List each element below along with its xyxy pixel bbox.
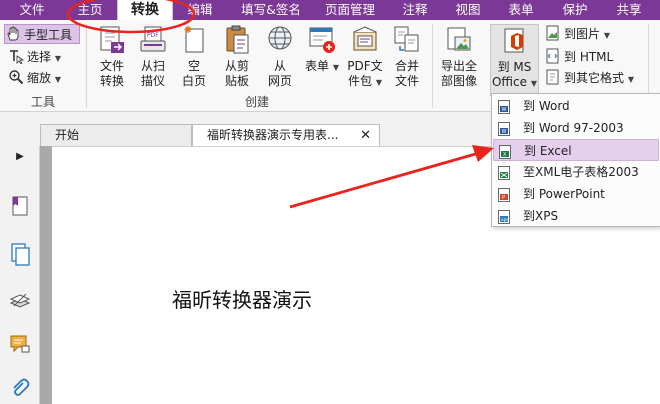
zoom-button[interactable]: 缩放 ▼: [8, 68, 78, 88]
blank-page-icon: [184, 26, 204, 53]
file-convert-button[interactable]: 文件 转换: [92, 24, 132, 96]
chevron-down-icon: ▼: [603, 31, 610, 40]
menu-item-to-word-97-2003[interactable]: W 到 Word 97-2003: [493, 117, 659, 139]
pdf-package-icon: [353, 26, 377, 51]
export-images-icon: [447, 27, 471, 51]
word-file-icon: W: [498, 121, 510, 136]
tools-group-label: 工具: [30, 95, 55, 109]
panel-splitter[interactable]: [40, 146, 52, 404]
pdf-package-button[interactable]: PDF文 件包 ▼: [344, 24, 386, 96]
svg-text:xps: xps: [501, 218, 510, 223]
menu-tab-convert[interactable]: 转换: [117, 0, 173, 22]
word-file-icon: W: [498, 99, 510, 114]
excel-file-icon: X: [499, 144, 511, 159]
svg-text:P: P: [502, 195, 505, 201]
chevron-down-icon: ▼: [530, 79, 537, 88]
svg-text:W: W: [502, 129, 507, 135]
scanner-icon: PDF: [140, 26, 166, 52]
image-icon: [545, 25, 561, 41]
to-other-format-button[interactable]: 到其它格式 ▼: [545, 68, 634, 88]
menu-tab-file[interactable]: 文件: [0, 0, 64, 20]
close-icon[interactable]: ✕: [360, 125, 371, 146]
menu-tab-edit[interactable]: 编辑: [174, 0, 226, 20]
menu-item-to-xml-spreadsheet-2003[interactable]: 至XML电子表格2003: [493, 161, 659, 183]
from-web-button[interactable]: 从 网页: [260, 24, 300, 96]
expand-panel-icon[interactable]: ▶: [8, 150, 32, 164]
bookmark-icon[interactable]: [8, 194, 32, 218]
blank-page-button[interactable]: 空 白页: [174, 24, 214, 96]
tab-document[interactable]: 福昕转换器演示专用表... ✕: [192, 124, 380, 146]
menu-tab-form[interactable]: 表单: [496, 0, 546, 20]
menu-tab-comment[interactable]: 注释: [390, 0, 440, 20]
to-html-button[interactable]: 到 HTML: [545, 47, 613, 67]
other-format-icon: [545, 69, 561, 85]
svg-text:PDF: PDF: [147, 32, 159, 39]
text-select-icon: [8, 48, 25, 65]
html-file-icon: [545, 48, 561, 64]
powerpoint-file-icon: P: [498, 187, 510, 202]
form-button[interactable]: 表单 ▼: [301, 24, 343, 96]
menu-tab-protect[interactable]: 保护: [550, 0, 600, 20]
to-image-button[interactable]: 到图片 ▼: [545, 24, 610, 44]
merge-files-icon: [394, 26, 419, 52]
document-text: 福昕转换器演示: [172, 288, 312, 312]
menu-tab-view[interactable]: 视图: [444, 0, 492, 20]
menu-item-to-word[interactable]: W 到 Word: [493, 95, 659, 117]
menu-bar: 文件 主页 转换 编辑 填写&签名 页面管理 注释 视图 表单 保护 共享: [0, 0, 660, 22]
svg-text:W: W: [502, 107, 507, 113]
menu-tab-fill-sign[interactable]: 填写&签名: [230, 0, 312, 20]
chevron-down-icon: ▼: [54, 54, 61, 63]
hand-tool-button[interactable]: 手型工具: [4, 24, 80, 44]
web-globe-icon: [268, 26, 292, 50]
ms-office-icon: [504, 28, 523, 53]
menu-tab-share[interactable]: 共享: [604, 0, 654, 20]
page-thumbnails-icon[interactable]: [8, 242, 32, 266]
chevron-down-icon: ▼: [332, 63, 339, 72]
menu-item-to-excel[interactable]: X 到 Excel: [493, 139, 659, 161]
ms-office-dropdown: W 到 Word W 到 Word 97-2003 X 到 Excel 至XML…: [491, 93, 660, 227]
ribbon-separator: [432, 24, 433, 108]
from-scanner-button[interactable]: PDF 从扫 描仪: [133, 24, 173, 96]
menu-item-to-powerpoint[interactable]: P 到 PowerPoint: [493, 183, 659, 205]
xml-spreadsheet-icon: [498, 165, 510, 180]
comments-icon[interactable]: [8, 332, 32, 356]
attachment-icon[interactable]: [8, 376, 32, 400]
clipboard-icon: [226, 25, 249, 54]
select-button[interactable]: 选择 ▼: [8, 47, 78, 67]
xps-file-icon: xps: [498, 209, 510, 224]
from-clipboard-button[interactable]: 从剪 贴板: [217, 24, 257, 96]
navigation-panel: ▶: [0, 146, 40, 404]
menu-tab-home[interactable]: 主页: [64, 0, 116, 20]
ribbon-separator: [86, 24, 87, 108]
chevron-down-icon: ▼: [54, 75, 61, 84]
file-convert-icon: [100, 26, 124, 53]
menu-item-to-xps[interactable]: xps 到XPS: [493, 205, 659, 227]
svg-text:X: X: [503, 152, 507, 158]
chevron-down-icon: ▼: [375, 78, 382, 87]
hand-icon: [5, 26, 21, 42]
merge-files-button[interactable]: 合并 文件: [387, 24, 427, 96]
menu-tab-page-manage[interactable]: 页面管理: [314, 0, 386, 20]
export-all-images-button[interactable]: 导出全 部图像: [437, 24, 481, 96]
create-group-label: 创建: [244, 95, 269, 109]
tab-start[interactable]: 开始: [40, 124, 192, 146]
zoom-icon: [8, 69, 24, 85]
chevron-down-icon: ▼: [627, 75, 634, 84]
form-icon: [309, 27, 335, 53]
layers-icon[interactable]: [8, 288, 32, 312]
to-ms-office-button[interactable]: 到 MS Office ▼: [490, 24, 539, 96]
